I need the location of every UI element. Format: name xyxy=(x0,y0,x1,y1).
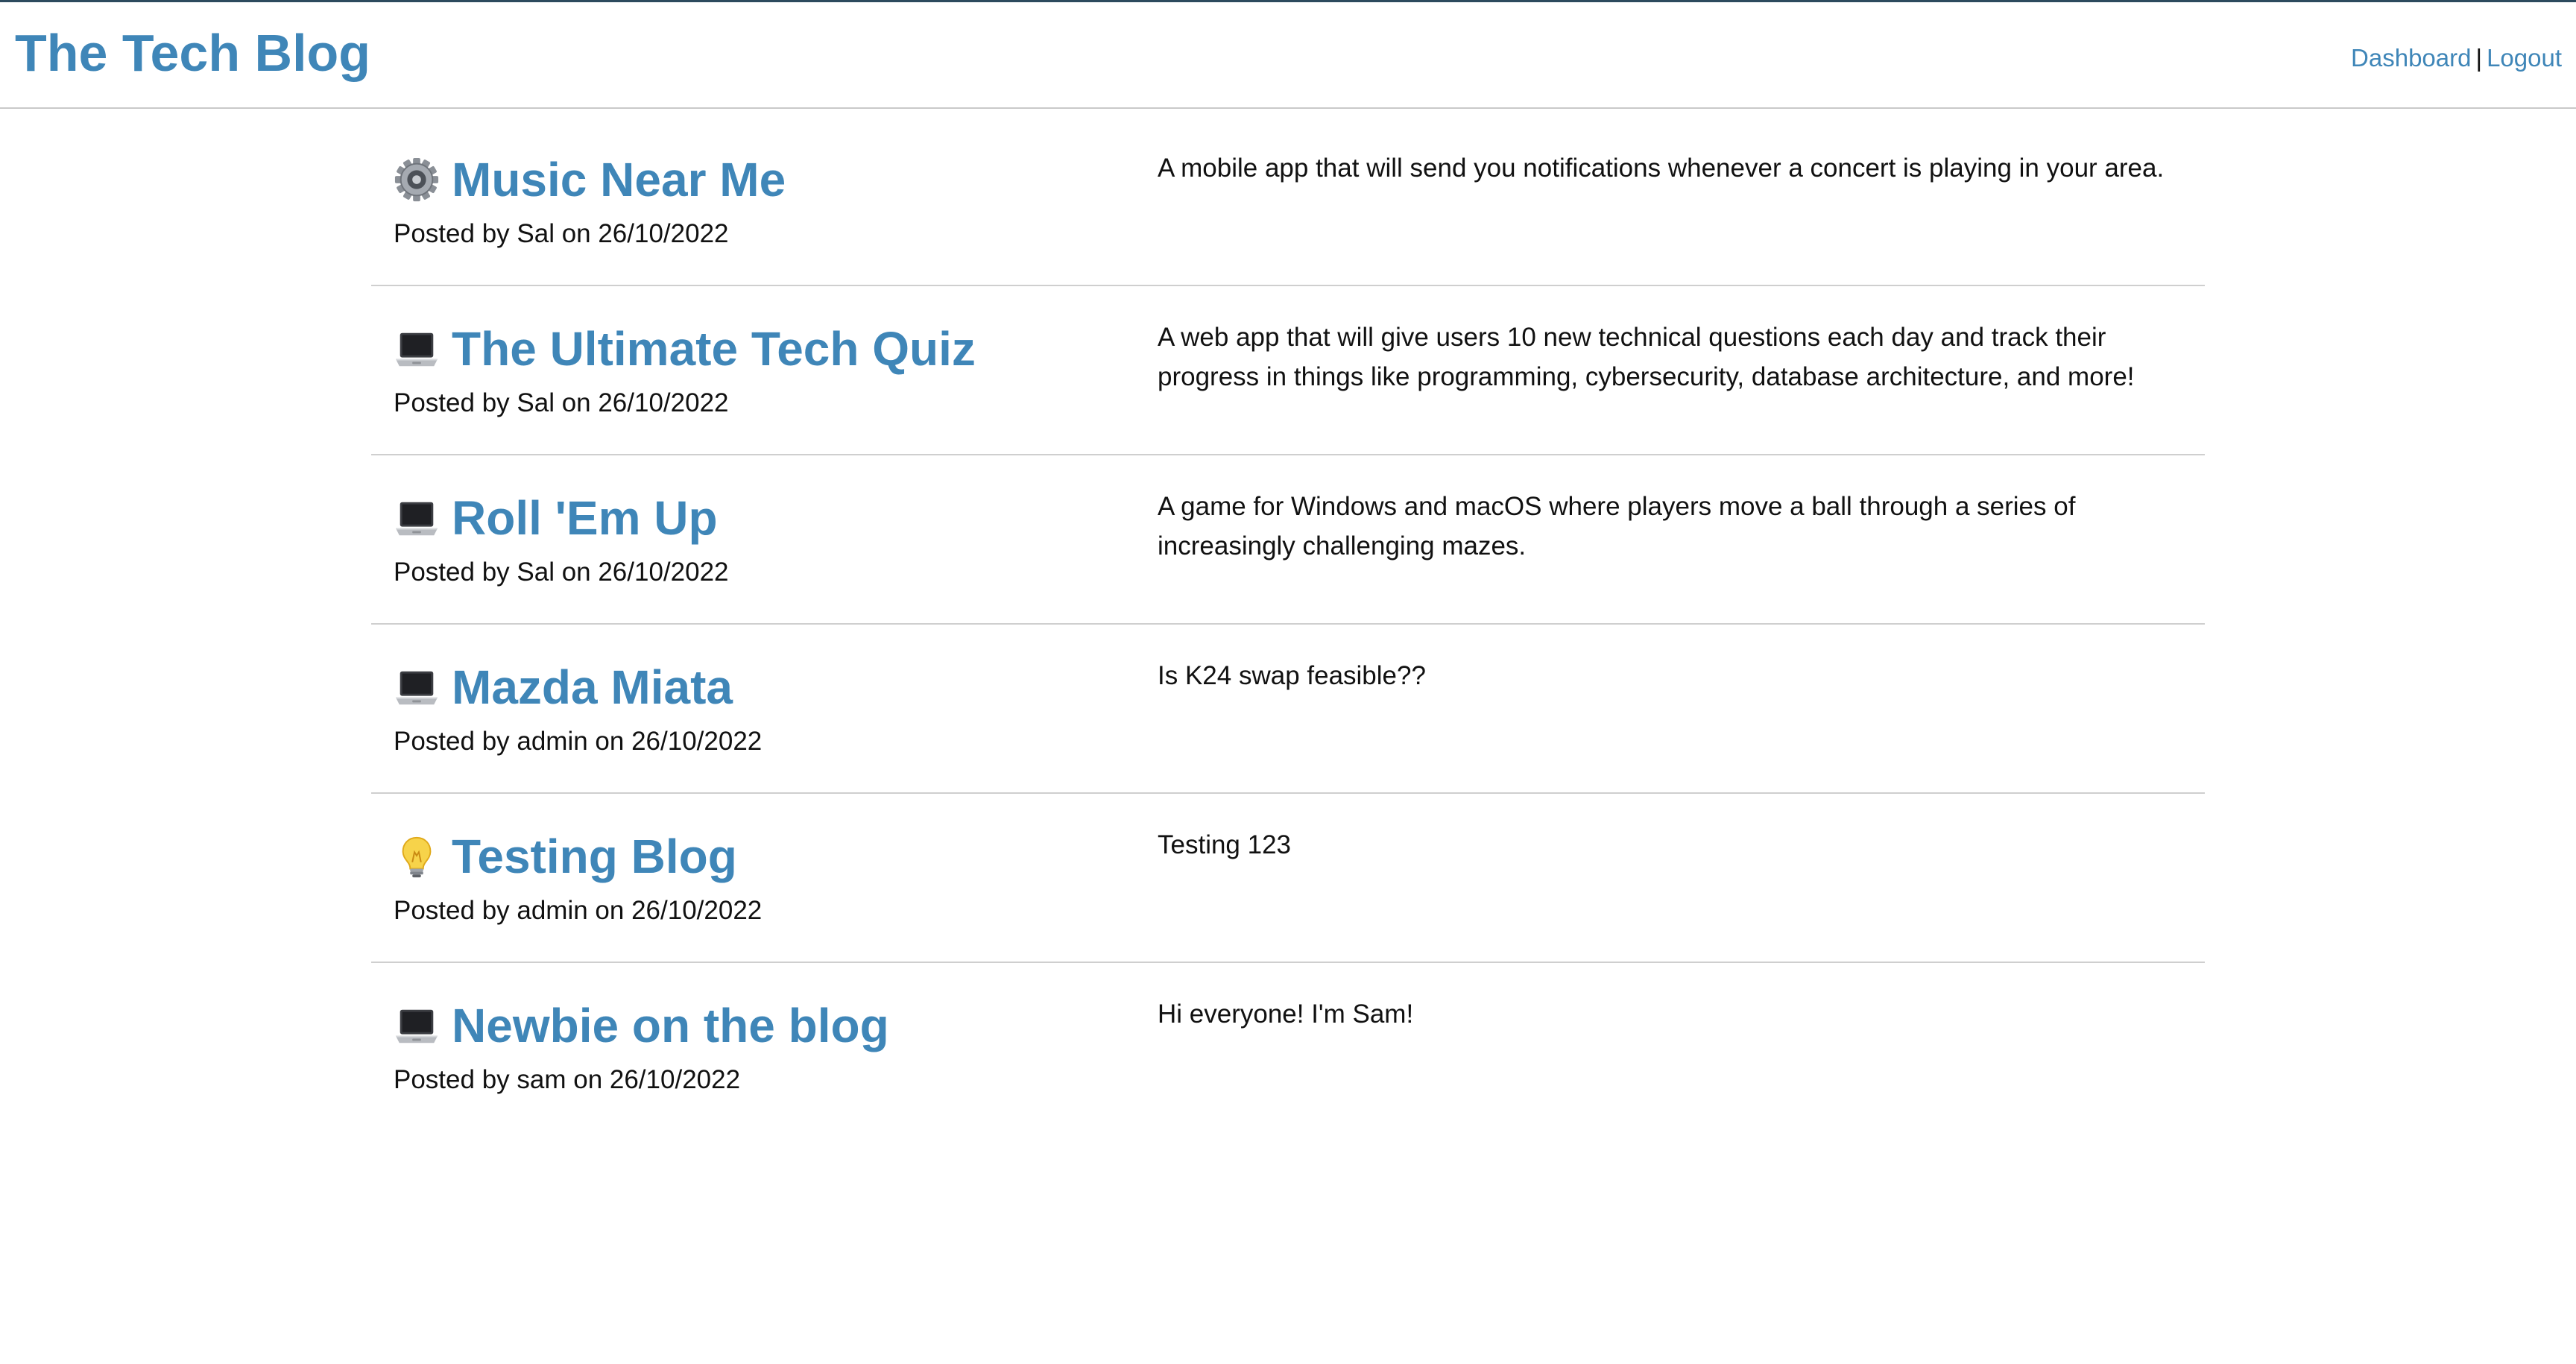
post-title-row: Newbie on the blog xyxy=(394,996,1124,1055)
post-item: The Ultimate Tech Quiz Posted by Sal on … xyxy=(371,286,2205,455)
post-body: A mobile app that will send you notifica… xyxy=(1158,154,2165,183)
post-meta: Posted by Sal on 26/10/2022 xyxy=(394,219,729,248)
header-nav: Dashboard | Logout xyxy=(2351,42,2562,74)
post-title-row: The Ultimate Tech Quiz xyxy=(394,319,1124,379)
post-heading: The Ultimate Tech Quiz Posted by Sal on … xyxy=(394,319,1124,422)
nav-separator: | xyxy=(2475,44,2483,72)
post-list: Music Near Me Posted by Sal on 26/10/202… xyxy=(371,117,2205,1132)
post-title-link[interactable]: Testing Blog xyxy=(452,827,737,886)
post-meta: Posted by Sal on 26/10/2022 xyxy=(394,558,729,587)
post-meta: Posted by admin on 26/10/2022 xyxy=(394,727,763,756)
post-heading: Mazda Miata Posted by admin on 26/10/202… xyxy=(394,657,1124,760)
post-body: A web app that will give users 10 new te… xyxy=(1158,323,2135,391)
post-title-link[interactable]: Newbie on the blog xyxy=(452,996,889,1055)
post-meta: Posted by Sal on 26/10/2022 xyxy=(394,388,729,417)
post-meta: Posted by admin on 26/10/2022 xyxy=(394,896,763,925)
post-title-link[interactable]: Mazda Miata xyxy=(452,657,733,717)
post-title-row: Testing Blog xyxy=(394,827,1124,886)
post-heading: Testing Blog Posted by admin on 26/10/20… xyxy=(394,827,1124,929)
dashboard-link[interactable]: Dashboard xyxy=(2351,44,2471,72)
post-meta: Posted by sam on 26/10/2022 xyxy=(394,1065,741,1094)
post-item: Mazda Miata Posted by admin on 26/10/202… xyxy=(371,625,2205,794)
site-title-link[interactable]: The Tech Blog xyxy=(15,22,370,84)
post-title-row: Music Near Me xyxy=(394,150,1124,209)
post-item: Testing Blog Posted by admin on 26/10/20… xyxy=(371,794,2205,963)
gear-icon xyxy=(394,157,439,202)
post-heading: Roll 'Em Up Posted by Sal on 26/10/2022 xyxy=(394,488,1124,591)
post-body: Testing 123 xyxy=(1158,830,1292,859)
post-title-link[interactable]: Music Near Me xyxy=(452,150,786,209)
laptop-icon xyxy=(395,332,438,367)
post-item: Roll 'Em Up Posted by Sal on 26/10/2022 … xyxy=(371,455,2205,625)
laptop-icon xyxy=(395,502,438,536)
post-item: Newbie on the blog Posted by sam on 26/1… xyxy=(371,963,2205,1132)
post-heading: Music Near Me Posted by Sal on 26/10/202… xyxy=(394,150,1124,253)
post-title-link[interactable]: Roll 'Em Up xyxy=(452,488,718,548)
post-title-row: Mazda Miata xyxy=(394,657,1124,717)
post-heading: Newbie on the blog Posted by sam on 26/1… xyxy=(394,996,1124,1099)
post-body: Hi everyone! I'm Sam! xyxy=(1158,1000,1414,1029)
lightbulb-icon xyxy=(402,836,432,878)
post-title-row: Roll 'Em Up xyxy=(394,488,1124,548)
laptop-icon xyxy=(395,1009,438,1043)
logout-link[interactable]: Logout xyxy=(2487,44,2562,72)
post-title-link[interactable]: The Ultimate Tech Quiz xyxy=(452,319,976,379)
site-header: The Tech Blog Dashboard | Logout xyxy=(0,0,2576,109)
laptop-icon xyxy=(395,671,438,705)
post-body: Is K24 swap feasible?? xyxy=(1158,661,1426,690)
post-item: Music Near Me Posted by Sal on 26/10/202… xyxy=(371,117,2205,286)
post-body: A game for Windows and macOS where playe… xyxy=(1158,492,2076,561)
